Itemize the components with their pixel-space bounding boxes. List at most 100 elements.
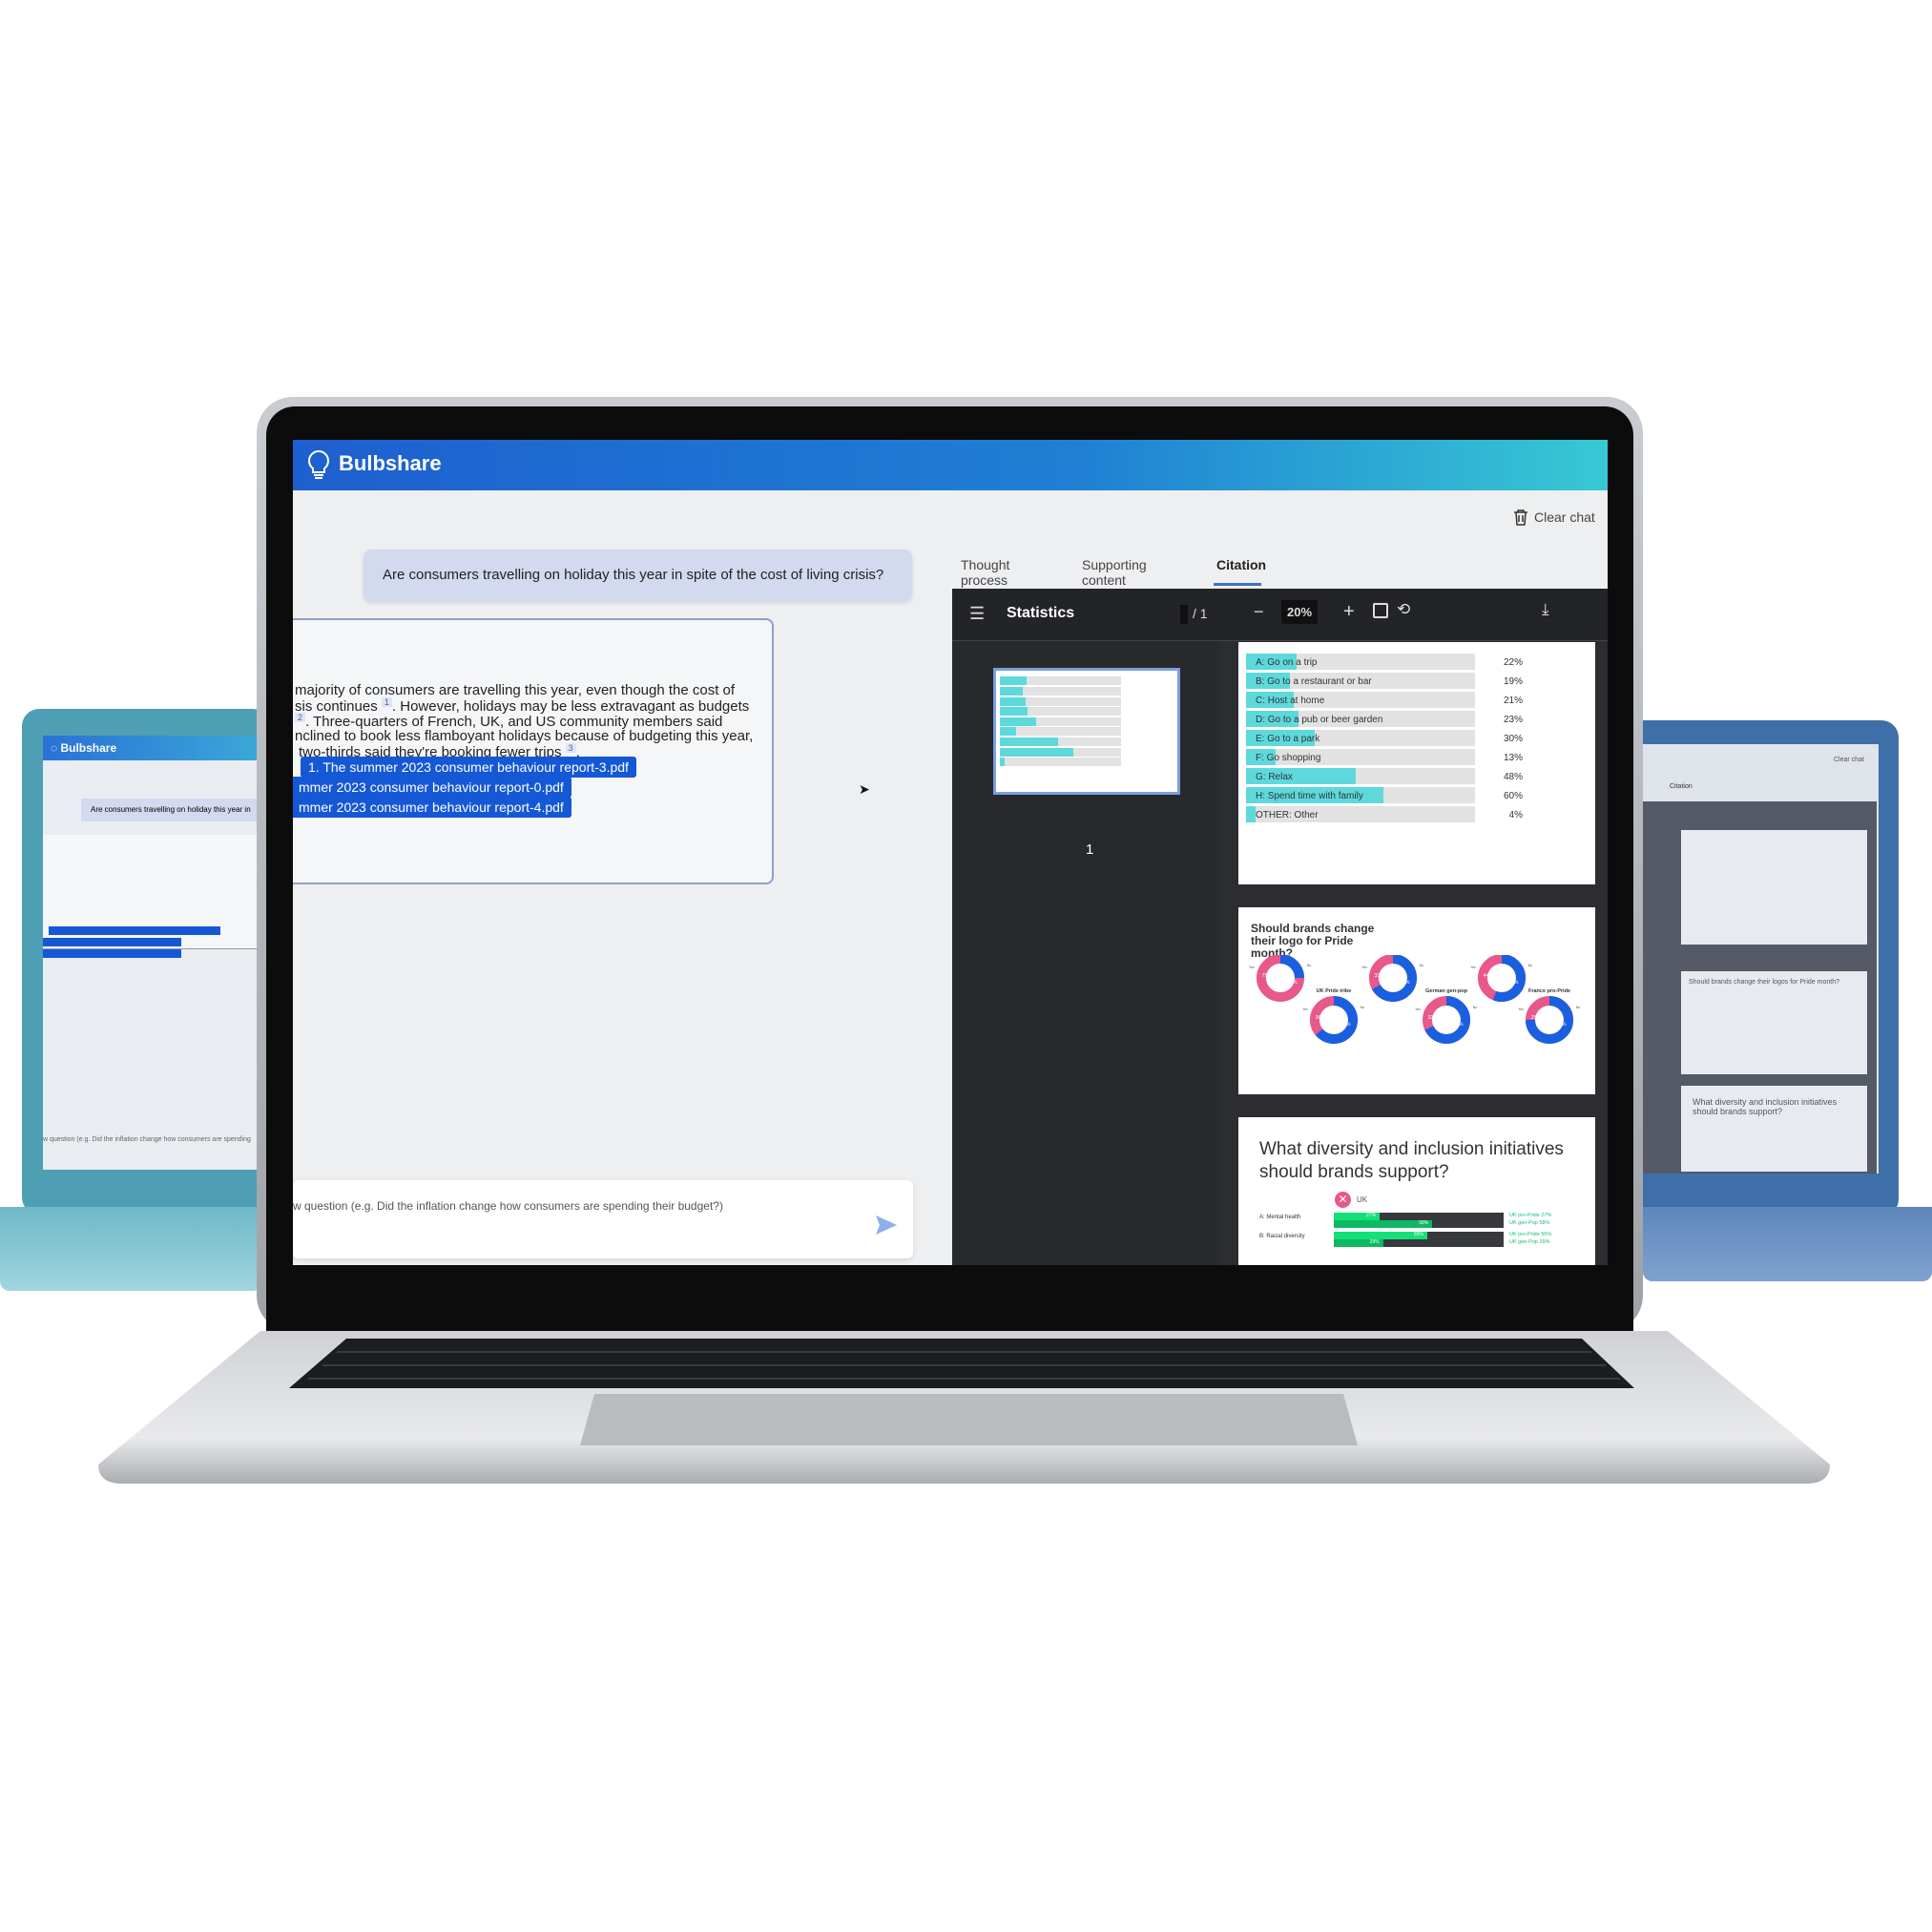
answer-line: majority of consumers are travelling thi… [295, 682, 735, 698]
donut-chart: France gen-Pop44%56%YesNo [1470, 955, 1533, 1002]
bar-label: C: Host at home [1256, 696, 1325, 706]
donut-value-yes: 32% [1427, 1015, 1438, 1021]
bar-label: OTHER: Other [1256, 810, 1319, 821]
left-header: ◌ Bulbshare [43, 736, 258, 760]
bar-row [1000, 747, 1122, 757]
right-laptop-base [1643, 1207, 1932, 1281]
donut-chart: France pro-Pride 25% 75% Yes No [1518, 988, 1580, 1044]
citation-link[interactable]: mmer 2023 consumer behaviour report-0.pd… [293, 777, 571, 798]
bar-row: B: Go to a restaurant or bar 19% [1246, 673, 1523, 689]
bar-label: B: Go to a restaurant or bar [1256, 676, 1372, 687]
citation-marker[interactable]: 3 [565, 743, 576, 753]
right-page-2: Should brands change their logos for Pri… [1681, 971, 1867, 1074]
menu-icon[interactable]: ☰ [969, 604, 985, 624]
left-brand: Bulbshare [60, 741, 117, 755]
bar-value-label: 13% [1503, 753, 1523, 763]
download-icon[interactable]: ⤓ [1542, 600, 1549, 619]
bar-label: H: Spend time with family [1256, 791, 1363, 801]
tab-citation[interactable]: Citation [1216, 557, 1266, 572]
bar [1000, 686, 1024, 696]
bar-label: A: Go on a trip [1256, 657, 1318, 668]
bar-row: OTHER: Other 4% [1246, 806, 1523, 822]
thumbnail-page-label: 1 [1086, 841, 1094, 858]
send-arrow-icon[interactable] [875, 1215, 898, 1236]
bar-row [1000, 696, 1122, 706]
right-laptop-screen: Clear chat Citation Should brands change… [1643, 744, 1879, 1174]
bar-row: E: Go to a park 30% [1246, 730, 1523, 746]
right-tab-citation[interactable]: Citation [1670, 783, 1693, 790]
zoom-out-button[interactable]: − [1254, 602, 1264, 622]
answer-line: nclined to book less flamboyant holidays… [295, 728, 753, 744]
page-thumbnail[interactable] [993, 668, 1180, 795]
question-input[interactable]: w question (e.g. Did the inflation chang… [293, 1180, 913, 1258]
citation-marker[interactable]: 2 [295, 713, 306, 722]
pdf-page-1: A: Go on a trip 22% B: Go to a restaurant … [1238, 642, 1595, 884]
di-bar: 58% [1334, 1220, 1433, 1228]
donut-chart: UK gen-pop75%25%YesNo [1249, 955, 1311, 1002]
bar [1000, 758, 1006, 767]
citation-link[interactable]: mmer 2023 consumer behaviour report-4.pd… [293, 797, 571, 818]
citation-link[interactable]: 1. The summer 2023 consumer behaviour re… [301, 757, 636, 778]
right-page-3-title: What diversity and inclusion initiatives… [1693, 1097, 1838, 1116]
donut-value-yes: 33% [1374, 973, 1384, 979]
donut-title: France pro-Pride [1528, 988, 1570, 994]
zoom-in-button[interactable]: + [1343, 601, 1355, 623]
tab-supporting-content[interactable]: Supporting content [1082, 557, 1147, 588]
donut-chart: German pro-Pride33%67%YesNo [1361, 955, 1423, 1002]
donut-legend-yes: Yes [1302, 1008, 1308, 1011]
di-category-label: A: Mental health [1259, 1215, 1301, 1220]
left-citation[interactable] [43, 938, 181, 946]
donut-legend-yes: Yes [1470, 966, 1476, 969]
donut-legend-no: No [1528, 964, 1533, 967]
page-total: / 1 [1193, 606, 1208, 621]
bar-row: A: Go on a trip 22% [1246, 654, 1523, 670]
bar [1246, 806, 1256, 822]
clear-chat-button[interactable]: Clear chat [1513, 509, 1595, 526]
clear-chat-label: Clear chat [1534, 509, 1595, 525]
donut-value-yes: 75% [1261, 973, 1272, 979]
donut-legend-yes: Yes [1249, 966, 1255, 969]
rotate-icon[interactable]: ⟲ [1397, 600, 1410, 619]
zoom-level[interactable]: 20% [1281, 600, 1319, 624]
bar-row [1000, 707, 1122, 717]
right-page-3: What diversity and inclusion initiatives… [1681, 1086, 1867, 1172]
di-series-name: UK gen-Pop [1509, 1220, 1538, 1226]
bar-row [1000, 737, 1122, 746]
di-series-name: UK gen-Pop [1509, 1239, 1538, 1245]
bar-row: D: Go to a pub or beer garden 23% [1246, 711, 1523, 727]
left-citation[interactable] [43, 949, 181, 958]
donut-value-no: 64% [1340, 1022, 1350, 1028]
di-category-label: B: Racial diversity [1259, 1234, 1305, 1239]
di-series-label: UK gen-Pop 29% [1509, 1239, 1550, 1245]
main-screen: Bulbshare Clear chat Are consumers trave… [293, 440, 1608, 1265]
di-bar: 55% [1334, 1232, 1427, 1239]
app-header: Bulbshare [293, 440, 1608, 490]
answer-text: majority of consumers are travelling thi… [295, 682, 736, 698]
donut-value-no: 68% [1452, 1022, 1463, 1028]
bar-value-label: 30% [1503, 734, 1523, 744]
tab-thought-process[interactable]: Thought process [961, 557, 1009, 588]
fit-page-icon[interactable] [1373, 603, 1388, 618]
bar-row [1000, 758, 1122, 767]
right-page-1 [1681, 830, 1867, 945]
bar [1000, 717, 1037, 726]
left-laptop-screen: ◌ Bulbshare Are consumers travelling on … [43, 736, 258, 1170]
bar-row: C: Host at home 21% [1246, 692, 1523, 708]
donut-title: German gen-pop [1425, 988, 1468, 994]
active-tab-indicator [1214, 583, 1261, 586]
page-number-input[interactable]: 1 [1180, 605, 1188, 624]
bar-row [1000, 686, 1122, 696]
right-clear-chat[interactable]: Clear chat [1834, 757, 1864, 763]
donut-chart: UK Pride tribe 36% 64% Yes No [1302, 988, 1364, 1044]
donut-value-yes: 25% [1530, 1015, 1541, 1021]
citation-marker[interactable]: 1 [381, 697, 392, 707]
bar-value-label: 23% [1503, 715, 1523, 725]
donut-value-yes: 44% [1483, 973, 1493, 979]
mouse-cursor: ➤ [859, 781, 870, 797]
answer-card: majority of consumers are travelling thi… [293, 618, 774, 884]
left-input[interactable]: w question (e.g. Did the inflation chang… [43, 1136, 251, 1143]
left-citation[interactable] [49, 926, 220, 935]
pdf-toolbar: ☰ Statistics 1 / 1 − 20% + ⟲ ⤓ [952, 589, 1608, 641]
di-bar: 29% [1334, 1239, 1383, 1247]
di-series-name: UK pro-Pride [1509, 1213, 1540, 1218]
